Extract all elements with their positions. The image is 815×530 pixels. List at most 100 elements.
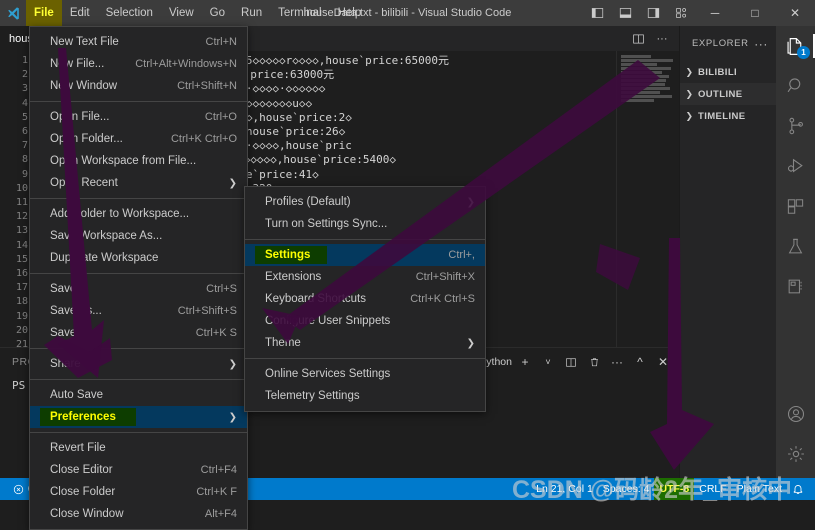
toggle-panel-icon[interactable] — [611, 0, 639, 26]
extensions-icon[interactable] — [776, 186, 815, 226]
minimap-row — [621, 95, 672, 98]
close-panel-icon[interactable]: ✕ — [653, 351, 673, 373]
menu-item-theme[interactable]: Theme ❯ — [245, 332, 485, 354]
menu-item-auto-save[interactable]: Auto Save — [30, 384, 247, 406]
menu-item-save-as[interactable]: Save As... Ctrl+Shift+S — [30, 300, 247, 322]
customize-layout-icon[interactable] — [667, 0, 695, 26]
vscode-window: File Edit Selection View Go Run Terminal… — [0, 0, 815, 530]
menu-item-share[interactable]: Share ❯ — [30, 353, 247, 375]
preferences-submenu-dropdown[interactable]: Profiles (Default) ❯ Turn on Settings Sync… — [244, 186, 486, 412]
more-actions-icon[interactable]: ··· — [754, 37, 772, 51]
close-button[interactable]: ✕ — [775, 0, 815, 26]
menu-item-keyboard-shortcuts[interactable]: Keyboard Shortcuts Ctrl+K Ctrl+S — [245, 288, 485, 310]
menu-file[interactable]: File — [26, 0, 62, 26]
cursor-position[interactable]: Ln 21, Col 1 — [531, 478, 598, 500]
menu-run[interactable]: Run — [233, 0, 270, 26]
menu-item-label: Close Folder — [50, 486, 116, 498]
menu-bar[interactable]: File Edit Selection View Go Run Terminal… — [26, 0, 369, 26]
more-actions-icon[interactable]: ··· — [607, 351, 627, 373]
menu-item-label: Save As... — [50, 305, 102, 317]
menu-edit[interactable]: Edit — [62, 0, 98, 26]
split-editor-icon[interactable] — [627, 26, 649, 51]
menu-item-shortcut: Ctrl+K Ctrl+O — [170, 133, 237, 145]
menu-item-save[interactable]: Save Ctrl+S — [30, 278, 247, 300]
menu-item-save-all[interactable]: Save All Ctrl+K S — [30, 322, 247, 344]
jupyter-icon[interactable] — [776, 266, 815, 306]
minimap-row — [621, 87, 670, 90]
explorer-sidebar: EXPLORER ··· ❯ BILIBILI ❯ OUTLINE ❯ TIME… — [679, 26, 776, 478]
menu-item-extensions[interactable]: Extensions Ctrl+Shift+X — [245, 266, 485, 288]
menu-go[interactable]: Go — [202, 0, 233, 26]
menu-terminal[interactable]: Terminal — [270, 0, 329, 26]
search-icon[interactable] — [776, 66, 815, 106]
chevron-right-icon: ❯ — [228, 177, 237, 189]
testing-icon[interactable] — [776, 226, 815, 266]
menu-item-save-workspace-as[interactable]: Save Workspace As... — [30, 225, 247, 247]
menu-item-close-window[interactable]: Close Window Alt+F4 — [30, 503, 247, 525]
menu-item-turn-on-settings-sync[interactable]: Turn on Settings Sync... — [245, 213, 485, 235]
run-and-debug-icon[interactable] — [776, 146, 815, 186]
sidebar-title: EXPLORER — [692, 38, 749, 49]
file-menu-dropdown[interactable]: New Text File Ctrl+N New File... Ctrl+Alt+W… — [29, 26, 248, 530]
sidebar-section-label: TIMELINE — [698, 110, 746, 122]
menu-item-add-folder-to-workspace[interactable]: Add Folder to Workspace... — [30, 203, 247, 225]
more-actions-icon[interactable]: ··· — [651, 26, 673, 51]
minimap-row — [621, 79, 666, 82]
chevron-right-icon: ❯ — [466, 196, 475, 208]
maximize-button[interactable]: □ — [735, 0, 775, 26]
split-terminal-icon[interactable] — [561, 351, 581, 373]
menu-item-open-file[interactable]: Open File... Ctrl+O — [30, 106, 247, 128]
menu-item-new-file[interactable]: New File... Ctrl+Alt+Windows+N — [30, 53, 247, 75]
minimap[interactable] — [617, 51, 679, 347]
menu-item-preferences[interactable]: Preferences ❯ — [30, 406, 247, 428]
menu-item-settings[interactable]: Settings Ctrl+, — [245, 244, 485, 266]
menu-item-configure-user-snippets[interactable]: Configure User Snippets — [245, 310, 485, 332]
terminal-dropdown-icon[interactable]: ˅ — [538, 351, 558, 373]
sidebar-section-timeline[interactable]: ❯ TIMELINE — [680, 105, 776, 127]
menu-item-open-recent[interactable]: Open Recent ❯ — [30, 172, 247, 194]
toggle-primary-sidebar-icon[interactable] — [583, 0, 611, 26]
menu-item-shortcut: Ctrl+Shift+X — [415, 271, 475, 283]
minimap-row — [621, 83, 665, 86]
menu-item-label: Save — [50, 283, 77, 295]
menu-item-new-window[interactable]: New Window Ctrl+Shift+N — [30, 75, 247, 97]
menu-item-shortcut: Ctrl+, — [448, 249, 475, 261]
source-control-icon[interactable] — [776, 106, 815, 146]
accounts-icon[interactable] — [776, 394, 815, 434]
menu-item-duplicate-workspace[interactable]: Duplicate Workspace — [30, 247, 247, 269]
indentation[interactable]: Spaces: 4 — [598, 478, 655, 500]
explorer-icon[interactable]: 1 — [776, 26, 815, 66]
menu-selection[interactable]: Selection — [98, 0, 161, 26]
encoding[interactable]: UTF-8 — [654, 478, 695, 500]
menu-item-label: Settings — [265, 249, 311, 261]
menu-help[interactable]: Help — [330, 0, 370, 26]
menu-item-label: Profiles (Default) — [265, 196, 351, 208]
menu-item-revert-file[interactable]: Revert File — [30, 437, 247, 459]
end-of-line[interactable]: CRLF — [694, 478, 731, 500]
notifications-bell-icon[interactable] — [787, 478, 809, 500]
menu-item-label: Open Workspace from File... — [50, 155, 197, 167]
new-terminal-icon[interactable]: + — [515, 351, 535, 373]
menu-item-shortcut: Ctrl+K S — [195, 327, 237, 339]
menu-item-open-folder[interactable]: Open Folder... Ctrl+K Ctrl+O — [30, 128, 247, 150]
sidebar-section-bilibili[interactable]: ❯ BILIBILI — [680, 61, 776, 83]
menu-item-new-text-file[interactable]: New Text File Ctrl+N — [30, 31, 247, 53]
language-mode[interactable]: Plain Text — [732, 478, 787, 500]
menu-item-online-services-settings[interactable]: Online Services Settings — [245, 363, 485, 385]
menu-item-open-workspace-from-file[interactable]: Open Workspace from File... — [30, 150, 247, 172]
minimap-row — [621, 75, 669, 78]
menu-item-close-editor[interactable]: Close Editor Ctrl+F4 — [30, 459, 247, 481]
toggle-secondary-sidebar-icon[interactable] — [639, 0, 667, 26]
menu-view[interactable]: View — [161, 0, 202, 26]
menu-item-telemetry-settings[interactable]: Telemetry Settings — [245, 385, 485, 407]
settings-gear-icon[interactable] — [776, 434, 815, 474]
menu-item-shortcut: Alt+F4 — [204, 508, 237, 520]
maximize-panel-icon[interactable]: ^ — [630, 351, 650, 373]
sidebar-section-outline[interactable]: ❯ OUTLINE — [680, 83, 776, 105]
menu-item-profiles-default[interactable]: Profiles (Default) ❯ — [245, 191, 485, 213]
minimize-button[interactable]: ─ — [695, 0, 735, 26]
kill-terminal-icon[interactable] — [584, 351, 604, 373]
menu-separator — [245, 358, 485, 359]
error-circle-icon — [13, 484, 24, 494]
chevron-right-icon: ❯ — [228, 358, 237, 370]
